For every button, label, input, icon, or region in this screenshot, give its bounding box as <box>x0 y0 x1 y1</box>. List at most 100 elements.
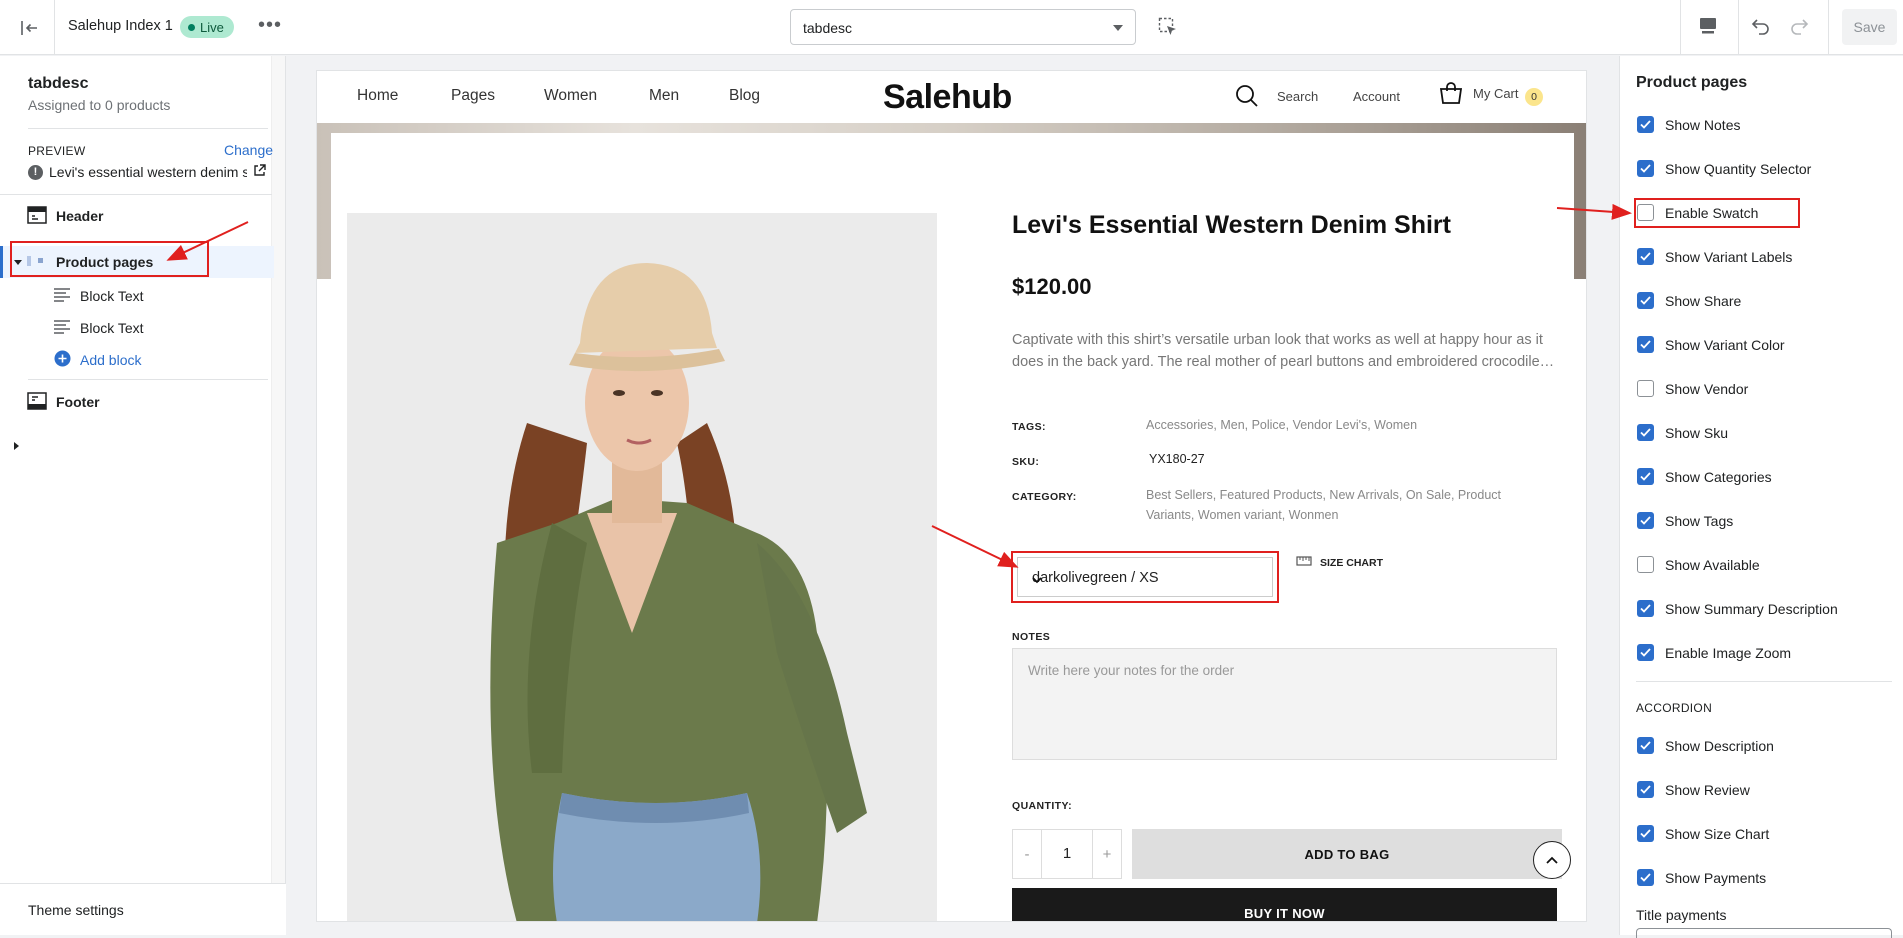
store-logo[interactable]: Salehub <box>883 78 1012 117</box>
checkbox-checked-icon[interactable] <box>1637 468 1654 485</box>
checkbox-checked-icon[interactable] <box>1637 644 1654 661</box>
plus-circle-icon <box>54 350 71 370</box>
template-select[interactable]: tabdesc <box>790 9 1136 45</box>
external-link-icon[interactable] <box>253 164 266 180</box>
checkbox-label: Show Summary Description <box>1665 600 1838 617</box>
quantity-value[interactable]: 1 <box>1041 830 1093 878</box>
checkbox-option[interactable]: Show Summary Description <box>1637 600 1838 617</box>
size-chart-link[interactable]: SIZE CHART <box>1296 556 1383 569</box>
nav-home[interactable]: Home <box>357 87 398 105</box>
tags-value[interactable]: Accessories, Men, Police, Vendor Levi's,… <box>1146 415 1546 435</box>
checkbox-option[interactable]: Show Available <box>1637 556 1760 573</box>
tags-label: TAGS: <box>1012 421 1046 433</box>
checkbox-option[interactable]: Show Sku <box>1637 424 1728 441</box>
checkbox-option[interactable]: Show Share <box>1637 292 1741 309</box>
section-footer[interactable]: Footer <box>0 386 274 450</box>
redo-icon[interactable] <box>1788 15 1810 42</box>
checkbox-checked-icon[interactable] <box>1637 825 1654 842</box>
change-preview-link[interactable]: Change <box>224 142 273 158</box>
checkbox-checked-icon[interactable] <box>1637 160 1654 177</box>
checkbox-label: Show Size Chart <box>1665 825 1770 842</box>
nav-pages[interactable]: Pages <box>451 87 495 105</box>
sidebar-scrollbar[interactable] <box>271 56 285 886</box>
undo-icon[interactable] <box>1750 15 1772 42</box>
desktop-icon[interactable] <box>1698 16 1718 41</box>
checkbox-checked-icon[interactable] <box>1637 336 1654 353</box>
buy-now-button[interactable]: BUY IT NOW <box>1012 888 1557 921</box>
divider <box>28 128 268 129</box>
header-section-icon <box>27 205 47 228</box>
search-link[interactable]: Search <box>1277 89 1318 104</box>
add-block-button[interactable]: Add block <box>0 344 274 376</box>
divider <box>1636 681 1892 682</box>
notes-textarea[interactable]: Write here your notes for the order <box>1012 648 1557 760</box>
save-button[interactable]: Save <box>1842 9 1897 45</box>
checkbox-label: Show Quantity Selector <box>1665 160 1812 177</box>
add-to-bag-button[interactable]: ADD TO BAG <box>1132 829 1562 879</box>
checkbox-label: Show Share <box>1665 292 1742 309</box>
checkbox-checked-icon[interactable] <box>1637 781 1654 798</box>
template-select-value: tabdesc <box>803 20 853 36</box>
checkbox-option[interactable]: Show Variant Color <box>1637 336 1785 353</box>
caret-down-icon <box>1113 25 1123 31</box>
checkbox-label: Show Variant Color <box>1665 336 1785 353</box>
inspector-icon[interactable] <box>1158 17 1178 42</box>
nav-blog[interactable]: Blog <box>729 87 760 105</box>
checkbox-label: Show Available <box>1665 556 1760 573</box>
nav-men[interactable]: Men <box>649 87 679 105</box>
product-image[interactable] <box>347 213 937 921</box>
section-footer-label: Footer <box>56 394 100 410</box>
checkbox-option[interactable]: Show Notes <box>1637 116 1740 133</box>
cart-count-badge: 0 <box>1525 88 1543 106</box>
checkbox-unchecked-icon[interactable] <box>1637 556 1654 573</box>
quantity-plus-button[interactable]: + <box>1093 846 1121 863</box>
expand-icon[interactable] <box>14 442 19 450</box>
more-actions-button[interactable]: ••• <box>258 14 282 37</box>
checkbox-checked-icon[interactable] <box>1637 248 1654 265</box>
checkbox-option[interactable]: Show Size Chart <box>1637 825 1769 842</box>
checkbox-option[interactable]: Show Tags <box>1637 512 1733 529</box>
block-text-label: Block Text <box>80 288 144 304</box>
checkbox-unchecked-icon[interactable] <box>1637 380 1654 397</box>
category-value[interactable]: Best Sellers, Featured Products, New Arr… <box>1146 485 1546 525</box>
checkbox-checked-icon[interactable] <box>1637 424 1654 441</box>
checkbox-checked-icon[interactable] <box>1637 737 1654 754</box>
product-title: Levi's Essential Western Denim Shirt <box>1012 211 1451 239</box>
checkbox-label: Enable Image Zoom <box>1665 644 1792 661</box>
nav-women[interactable]: Women <box>544 87 597 105</box>
sections-sidebar: tabdesc Assigned to 0 products PREVIEW C… <box>0 56 286 935</box>
section-header[interactable]: Header <box>0 200 274 264</box>
search-icon[interactable] <box>1235 84 1259 113</box>
checkbox-checked-icon[interactable] <box>1637 512 1654 529</box>
checkbox-option[interactable]: Show Payments <box>1637 869 1766 886</box>
checkbox-option[interactable]: Show Quantity Selector <box>1637 160 1811 177</box>
preview-product[interactable]: ! Levi's essential western denim shirt <box>28 164 272 180</box>
checkbox-label: Show Categories <box>1665 468 1772 485</box>
title-payments-input[interactable] <box>1636 928 1892 938</box>
back-to-top-button[interactable] <box>1533 841 1571 879</box>
checkbox-checked-icon[interactable] <box>1637 600 1654 617</box>
account-link[interactable]: Account <box>1353 89 1400 104</box>
block-text[interactable]: Block Text <box>0 280 274 312</box>
checkbox-option[interactable]: Show Vendor <box>1637 380 1748 397</box>
quantity-stepper[interactable]: - 1 + <box>1012 829 1122 879</box>
checkbox-checked-icon[interactable] <box>1637 116 1654 133</box>
checkbox-option[interactable]: Show Variant Labels <box>1637 248 1792 265</box>
checkbox-label: Show Sku <box>1665 424 1729 441</box>
divider <box>54 0 55 55</box>
quantity-minus-button[interactable]: - <box>1013 846 1041 863</box>
checkbox-option[interactable]: Show Review <box>1637 781 1750 798</box>
checkbox-label: Show Tags <box>1665 512 1734 529</box>
checkbox-option[interactable]: Show Categories <box>1637 468 1772 485</box>
divider <box>0 194 272 195</box>
checkbox-checked-icon[interactable] <box>1637 292 1654 309</box>
cart-link[interactable]: My Cart <box>1473 86 1519 101</box>
checkbox-label: Show Description <box>1665 737 1774 754</box>
exit-icon[interactable] <box>16 14 44 42</box>
checkbox-checked-icon[interactable] <box>1637 869 1654 886</box>
cart-icon[interactable] <box>1439 81 1463 110</box>
block-text[interactable]: Block Text <box>0 312 274 344</box>
checkbox-option[interactable]: Enable Image Zoom <box>1637 644 1791 661</box>
theme-settings-link[interactable]: Theme settings <box>28 902 124 918</box>
checkbox-option[interactable]: Show Description <box>1637 737 1774 754</box>
